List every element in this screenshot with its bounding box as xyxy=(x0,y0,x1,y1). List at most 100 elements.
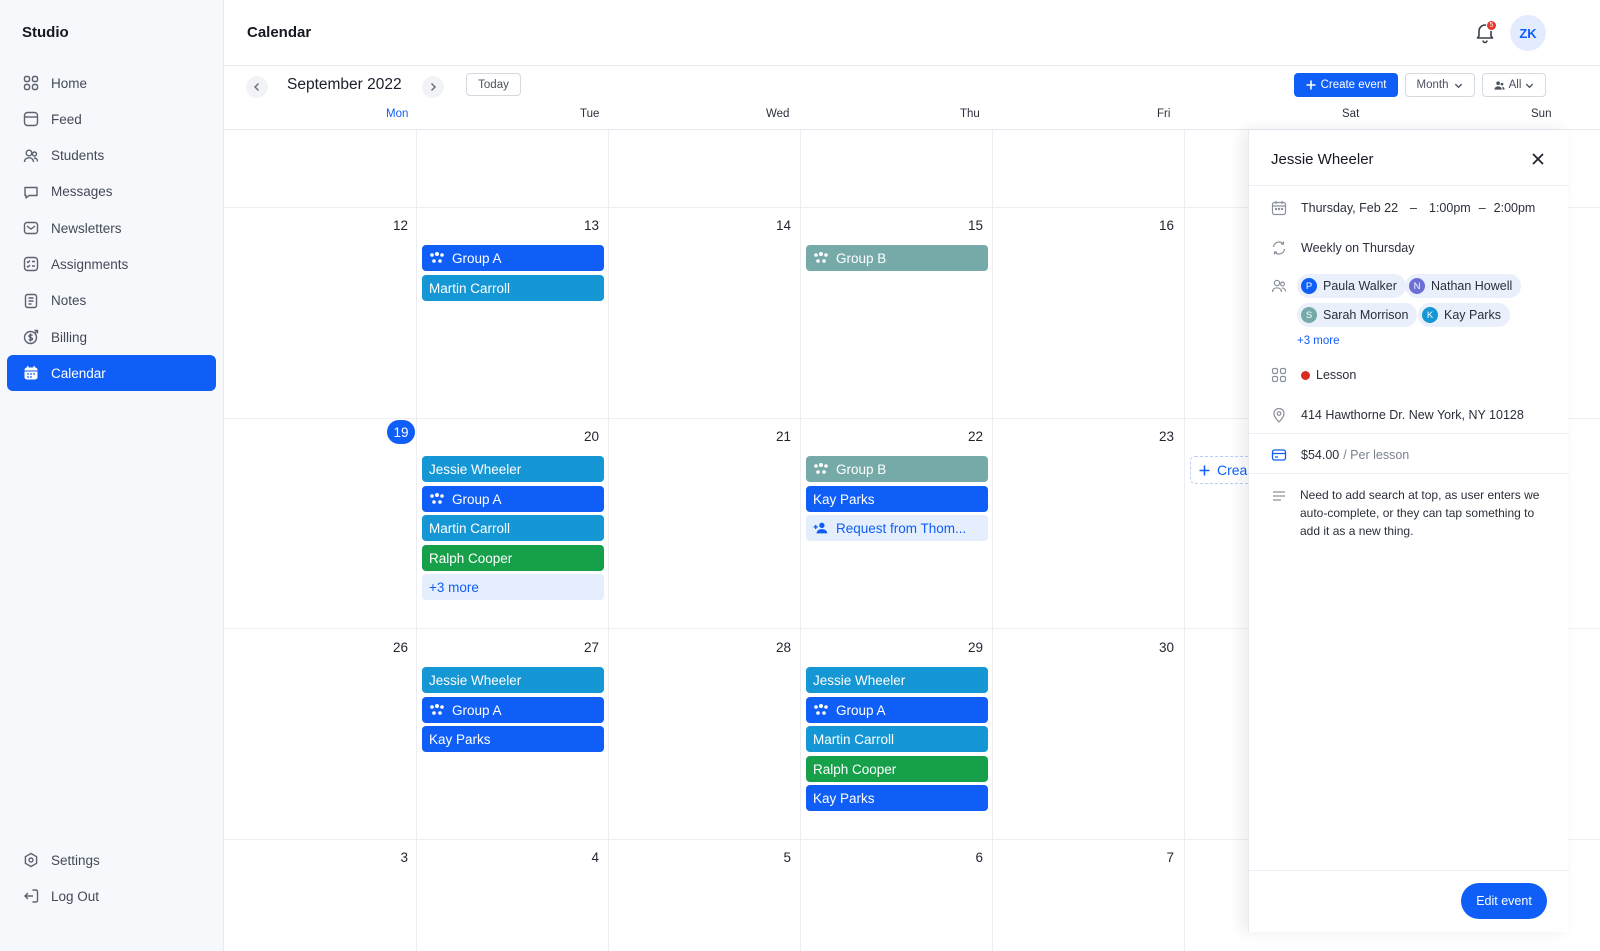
assignment-icon xyxy=(22,255,40,273)
event-chip[interactable]: Martin Carroll xyxy=(422,515,604,541)
attendee-chip[interactable]: N Nathan Howell xyxy=(1405,274,1522,298)
group-icon xyxy=(813,251,829,265)
attendees-icon xyxy=(1271,278,1287,294)
attendee-chip[interactable]: K Kay Parks xyxy=(1418,303,1510,327)
user-avatar[interactable]: ZK xyxy=(1510,15,1546,51)
edit-event-button[interactable]: Edit event xyxy=(1461,883,1547,919)
more-events-link[interactable]: +3 more xyxy=(422,574,604,600)
sidebar-item-label: Billing xyxy=(51,329,88,345)
calendar-icon xyxy=(22,364,40,382)
event-chip[interactable]: Kay Parks xyxy=(806,486,988,512)
event-chip[interactable]: Group A xyxy=(422,245,604,271)
day-number[interactable]: 20 xyxy=(559,429,599,444)
day-number[interactable]: 12 xyxy=(368,218,408,233)
sidebar-item-assignments[interactable]: Assignments xyxy=(7,246,216,282)
day-number[interactable]: 4 xyxy=(559,850,599,865)
event-label: Group A xyxy=(452,702,502,718)
day-number[interactable]: 21 xyxy=(751,429,791,444)
sidebar-item-messages[interactable]: Messages xyxy=(7,174,216,210)
day-number[interactable]: 26 xyxy=(368,640,408,655)
view-select[interactable]: Month xyxy=(1405,73,1475,97)
event-price-row[interactable]: $54.00 / Per lesson xyxy=(1271,447,1409,463)
day-number[interactable]: 5 xyxy=(751,850,791,865)
event-chip[interactable]: Group A xyxy=(806,697,988,723)
sidebar-item-logout[interactable]: Log Out xyxy=(7,878,216,914)
attendee-name: Paula Walker xyxy=(1323,279,1397,293)
event-chip[interactable]: Ralph Cooper xyxy=(422,545,604,571)
event-address: 414 Hawthorne Dr. New York, NY 10128 xyxy=(1301,408,1524,422)
attendee-chip[interactable]: P Paula Walker xyxy=(1297,274,1406,298)
event-start-time[interactable]: 1:00pm xyxy=(1429,201,1471,215)
event-chip[interactable]: Group B xyxy=(806,245,988,271)
today-day-number[interactable]: 19 xyxy=(387,420,415,444)
event-chip[interactable]: Group A xyxy=(422,697,604,723)
close-icon[interactable] xyxy=(1530,151,1546,167)
day-number[interactable]: 29 xyxy=(943,640,983,655)
repeat-icon xyxy=(1271,240,1287,256)
day-number[interactable]: 7 xyxy=(1134,850,1174,865)
prev-month-button[interactable] xyxy=(246,76,268,98)
today-button[interactable]: Today xyxy=(466,73,521,96)
attendee-initial: N xyxy=(1409,278,1425,294)
day-number[interactable]: 13 xyxy=(559,218,599,233)
day-number[interactable]: 28 xyxy=(751,640,791,655)
event-chip[interactable]: Kay Parks xyxy=(806,785,988,811)
day-number[interactable]: 30 xyxy=(1134,640,1174,655)
calendar-toolbar: September 2022 Today Create event Month … xyxy=(224,66,1600,106)
page-title: Calendar xyxy=(247,24,312,41)
sidebar-item-newsletters[interactable]: Newsletters xyxy=(7,210,216,246)
day-number[interactable]: 6 xyxy=(943,850,983,865)
day-number[interactable]: 3 xyxy=(368,850,408,865)
create-event-label: Create event xyxy=(1320,79,1387,91)
event-chip[interactable]: Martin Carroll xyxy=(422,275,604,301)
attendee-initial: K xyxy=(1422,307,1438,323)
day-number[interactable]: 16 xyxy=(1134,218,1174,233)
event-date[interactable]: Thursday, Feb 22 xyxy=(1301,201,1398,215)
event-type: Lesson xyxy=(1316,368,1357,382)
event-chip[interactable]: Martin Carroll xyxy=(806,726,988,752)
event-recurrence-row[interactable]: Weekly on Thursday xyxy=(1271,240,1414,256)
weekday-header: Mon xyxy=(386,108,409,120)
event-detail-panel: Jessie Wheeler Thursday, Feb 22 – 1:00pm… xyxy=(1248,130,1569,932)
more-attendees-link[interactable]: +3 more xyxy=(1297,335,1340,347)
event-chip[interactable]: Kay Parks xyxy=(422,726,604,752)
sidebar-item-settings[interactable]: Settings xyxy=(7,842,216,878)
filter-select[interactable]: All xyxy=(1482,73,1546,97)
event-label: Ralph Cooper xyxy=(813,761,897,777)
description-lines-icon xyxy=(1271,488,1287,504)
event-chip[interactable]: Group B xyxy=(806,456,988,482)
create-event-button[interactable]: Create event xyxy=(1294,73,1398,97)
sidebar-item-students[interactable]: Students xyxy=(7,138,216,174)
event-type-row[interactable]: Lesson xyxy=(1271,367,1356,383)
calendar-icon xyxy=(1271,200,1287,216)
weekday-header: Fri xyxy=(1157,108,1171,120)
people-icon xyxy=(1494,80,1505,90)
event-end-time[interactable]: 2:00pm xyxy=(1494,201,1536,215)
event-location-row[interactable]: 414 Hawthorne Dr. New York, NY 10128 xyxy=(1271,407,1524,423)
day-number[interactable]: 27 xyxy=(559,640,599,655)
next-month-button[interactable] xyxy=(422,76,444,98)
event-label: Kay Parks xyxy=(813,790,875,806)
sidebar-item-feed[interactable]: Feed xyxy=(7,101,216,137)
event-note[interactable]: Need to add search at top, as user enter… xyxy=(1300,486,1540,540)
home-grid-icon xyxy=(22,74,40,92)
event-request-chip[interactable]: Request from Thom... xyxy=(806,515,988,541)
sidebar-item-billing[interactable]: Billing xyxy=(7,319,216,355)
day-number[interactable]: 22 xyxy=(943,429,983,444)
attendee-chip[interactable]: S Sarah Morrison xyxy=(1297,303,1418,327)
message-icon xyxy=(22,183,40,201)
sidebar-item-calendar[interactable]: Calendar xyxy=(7,355,216,392)
day-number[interactable]: 23 xyxy=(1134,429,1174,444)
event-chip[interactable]: Ralph Cooper xyxy=(806,756,988,782)
sidebar-item-home[interactable]: Home xyxy=(7,65,216,101)
weekday-header: Wed xyxy=(766,108,790,120)
event-chip[interactable]: Group A xyxy=(422,486,604,512)
day-number[interactable]: 15 xyxy=(943,218,983,233)
event-label: Group B xyxy=(836,461,887,477)
event-chip[interactable]: Jessie Wheeler xyxy=(422,456,604,482)
day-number[interactable]: 14 xyxy=(751,218,791,233)
sidebar-item-notes[interactable]: Notes xyxy=(7,283,216,319)
event-chip[interactable]: Jessie Wheeler xyxy=(422,667,604,693)
notification-badge: 5 xyxy=(1486,20,1497,31)
event-chip[interactable]: Jessie Wheeler xyxy=(806,667,988,693)
